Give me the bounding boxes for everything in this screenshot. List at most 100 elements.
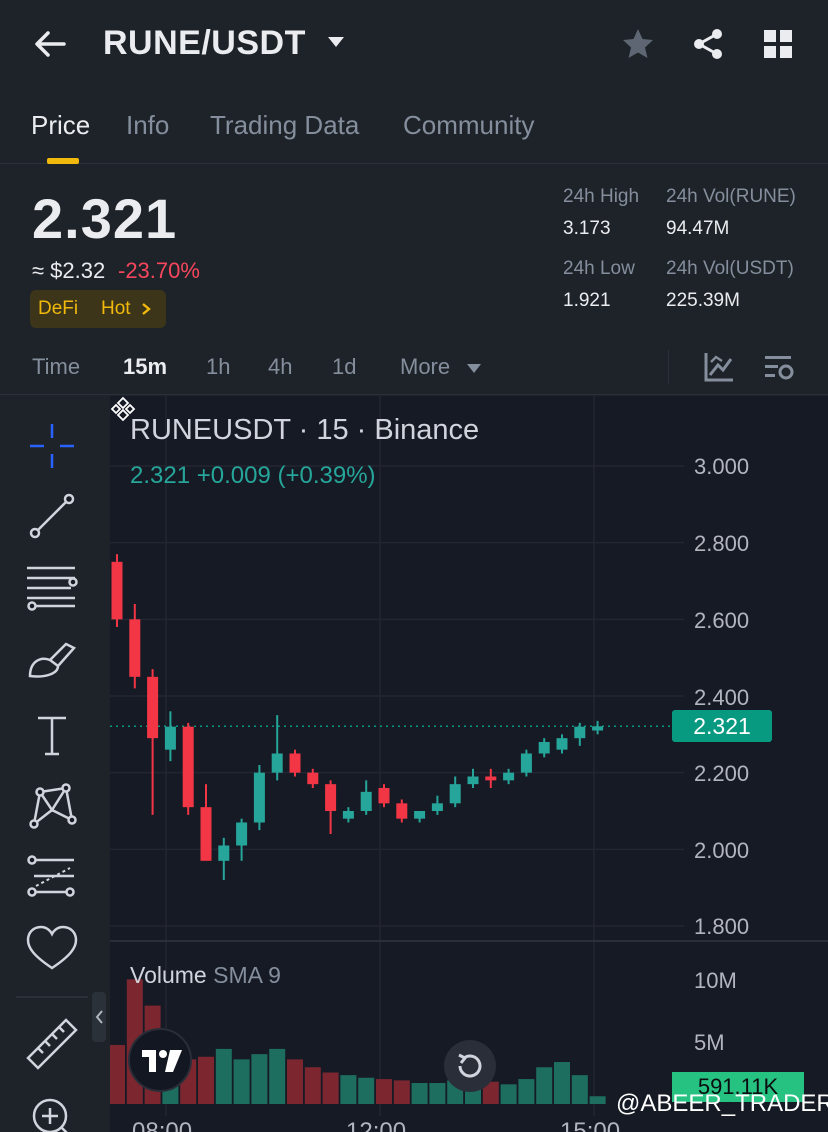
share-icon[interactable] [690, 26, 726, 62]
volume-bar [358, 1077, 375, 1104]
candle-body [414, 811, 426, 819]
tab-community[interactable]: Community [403, 110, 534, 141]
interval-1h[interactable]: 1h [206, 354, 230, 380]
toolbar-divider [16, 996, 88, 998]
volume-bar [554, 1062, 570, 1104]
candle-body [449, 784, 461, 804]
volume-bar [322, 1072, 339, 1104]
time-tick: 15:00 [560, 1118, 621, 1132]
active-tab-indicator [47, 158, 79, 164]
back-arrow-icon[interactable] [32, 26, 68, 62]
price-tick: 2.600 [694, 608, 750, 633]
trend-line-icon[interactable] [22, 486, 82, 546]
price-tick: 2.200 [694, 761, 750, 786]
pattern-icon[interactable] [22, 774, 82, 834]
reset-chart-button[interactable] [444, 1040, 496, 1092]
volume-bar [518, 1079, 535, 1104]
low-value: 1.921 [563, 290, 611, 311]
price-tick: 2.000 [694, 838, 750, 863]
candle-body [253, 772, 265, 823]
interval-bar: Time 15m 1h 4h 1d More [0, 340, 828, 395]
caret-down-icon[interactable] [326, 34, 346, 50]
candle-body [538, 742, 550, 754]
crosshair-icon[interactable] [22, 416, 82, 476]
candle-body [111, 561, 123, 620]
candle-body [129, 619, 141, 677]
candle-body [307, 772, 319, 785]
candle-body [236, 822, 248, 846]
binance-logo-icon [110, 396, 136, 422]
volume-bar [251, 1054, 268, 1104]
interval-more[interactable]: More [400, 354, 450, 380]
price-tick: 3.000 [694, 454, 750, 479]
interval-time[interactable]: Time [32, 354, 80, 380]
interval-1d[interactable]: 1d [332, 354, 356, 380]
brush-icon[interactable] [22, 632, 82, 692]
top-bar: RUNE/USDT [0, 0, 828, 90]
category-badge[interactable]: DeFi Hot [30, 290, 166, 328]
interval-15m[interactable]: 15m [123, 354, 167, 380]
candle-body [520, 753, 532, 773]
time-tick: 12:00 [346, 1118, 407, 1132]
volume-bar [393, 1080, 410, 1104]
high-value: 3.173 [563, 218, 611, 239]
tab-price[interactable]: Price [31, 110, 90, 141]
volume-bar [110, 1044, 125, 1104]
volume-bar [411, 1083, 428, 1104]
volume-bar [376, 1079, 392, 1104]
ruler-icon[interactable] [22, 1014, 82, 1074]
badge-category: DeFi [38, 298, 79, 319]
zoom-in-icon[interactable] [22, 1088, 82, 1132]
volume-tick: 5M [694, 1030, 725, 1055]
candle-body [200, 807, 212, 861]
candle-body [182, 726, 194, 808]
drawing-toolbar [0, 396, 110, 1132]
chart-settings-icon[interactable] [762, 350, 796, 384]
interval-4h[interactable]: 4h [268, 354, 292, 380]
horizontal-lines-icon[interactable] [22, 558, 82, 618]
volume-tick: 10M [694, 968, 737, 993]
candle-body [325, 784, 337, 811]
heart-icon[interactable] [22, 918, 82, 978]
interval-divider [668, 350, 669, 384]
text-tool-icon[interactable] [22, 706, 82, 766]
volume-bar [287, 1059, 303, 1104]
volume-bar [500, 1084, 517, 1104]
vol-quote-value: 225.39M [666, 290, 740, 311]
candle-body [467, 776, 479, 785]
chevron-right-icon [142, 303, 151, 315]
tab-trading-data[interactable]: Trading Data [210, 110, 359, 141]
ohlc-legend: 2.321 +0.009 (+0.39%) [130, 462, 376, 489]
volume-bar [571, 1075, 588, 1104]
price-tick: 1.800 [694, 914, 750, 939]
toolbar-collapse-handle[interactable] [92, 992, 106, 1042]
grid-menu-icon[interactable] [760, 26, 796, 62]
tab-info[interactable]: Info [126, 110, 169, 141]
candle-body [378, 788, 390, 804]
star-icon[interactable] [620, 26, 656, 62]
tradingview-logo[interactable] [128, 1028, 192, 1092]
price-chart[interactable]: RUNEUSDT · 15 · Binance 2.321 +0.009 (+0… [110, 396, 828, 1132]
volume-bar [340, 1075, 357, 1104]
candle-body [574, 726, 586, 739]
volume-bar [198, 1056, 214, 1104]
prediction-tool-icon[interactable] [22, 846, 82, 906]
candle-body [289, 753, 301, 773]
candle-body [360, 791, 372, 811]
badge-hot: Hot [101, 298, 131, 319]
vol-base-value: 94.47M [666, 218, 730, 239]
candle-body [396, 803, 408, 819]
vol-base-label: 24h Vol(RUNE) [666, 186, 796, 207]
low-label: 24h Low [563, 258, 635, 279]
time-tick: 08:00 [132, 1118, 193, 1132]
pair-title[interactable]: RUNE/USDT [103, 24, 306, 63]
candle-body [503, 772, 515, 781]
indicator-chart-icon[interactable] [702, 350, 736, 384]
volume-bar [536, 1067, 553, 1104]
volume-bar [589, 1096, 606, 1104]
tab-bar: Price Info Trading Data Community [0, 104, 828, 164]
chart-symbol-title: RUNEUSDT · 15 · Binance [130, 414, 480, 446]
candle-body [147, 676, 159, 739]
volume-bar [429, 1083, 446, 1104]
candle-body [485, 776, 497, 781]
